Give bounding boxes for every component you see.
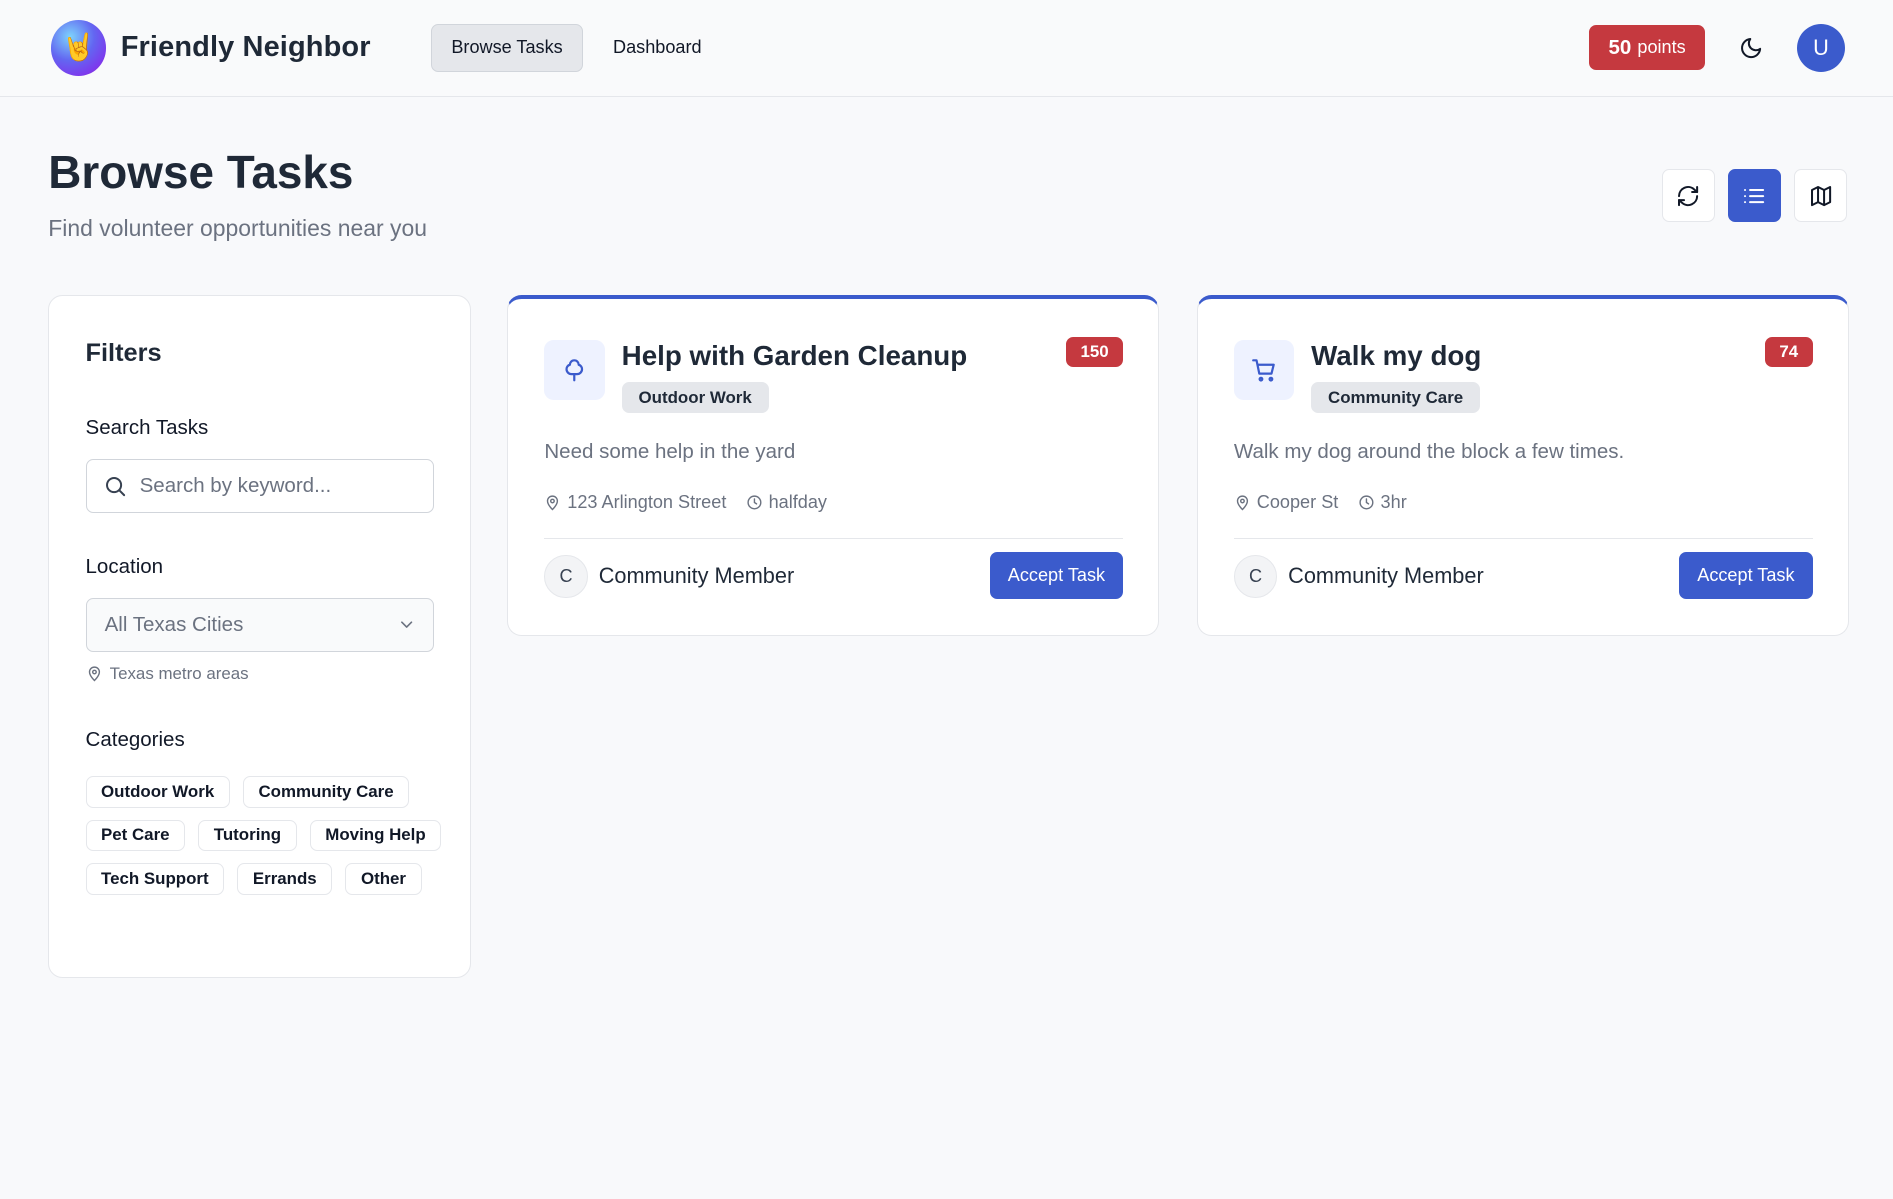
location-value: All Texas Cities [104, 612, 244, 636]
refresh-icon [1678, 185, 1699, 206]
category-chip-tutoring[interactable]: Tutoring [198, 819, 297, 852]
map-view-button[interactable] [1794, 169, 1848, 223]
task-category-badge: Outdoor Work [621, 381, 769, 414]
list-view-button[interactable] [1727, 169, 1782, 223]
task-poster: C Community Member [544, 554, 795, 599]
category-chip-other[interactable]: Other [345, 863, 422, 895]
page-subtitle: Find volunteer opportunities near you [48, 214, 428, 241]
task-duration-text: 3hr [1380, 491, 1407, 512]
task-meta: Cooper St 3hr [1234, 492, 1407, 513]
user-avatar[interactable]: U [1796, 23, 1846, 72]
points-suffix: points [1637, 37, 1686, 58]
refresh-button[interactable] [1661, 169, 1715, 223]
task-description: Need some help in the yard [544, 439, 796, 463]
category-chip-tech-support[interactable]: Tech Support [85, 863, 225, 895]
category-chip-moving-help[interactable]: Moving Help [309, 819, 442, 852]
map-pin-icon [88, 666, 100, 682]
category-chip-community-care[interactable]: Community Care [243, 776, 410, 808]
brand-name: Friendly Neighbor [120, 31, 371, 64]
task-duration: 3hr [1358, 492, 1407, 513]
task-points-badge: 74 [1764, 337, 1813, 368]
task-meta: 123 Arlington Street halfday [544, 492, 827, 513]
chevron-down-icon [397, 615, 416, 634]
card-divider [544, 537, 1124, 539]
poster-name: Community Member [1288, 563, 1484, 589]
category-chips: Outdoor Work Community Care Pet Care Tut… [85, 776, 448, 895]
main-nav: Browse Tasks Dashboard [431, 23, 722, 72]
task-card[interactable]: Walk my dog Community Care 74 Walk my do… [1196, 294, 1849, 637]
brand[interactable]: 🤘 Friendly Neighbor [50, 20, 371, 76]
task-location: Cooper St [1234, 492, 1338, 513]
poster-avatar: C [1233, 554, 1278, 599]
shopping-cart-icon [1233, 339, 1295, 401]
page-title: Browse Tasks [48, 145, 354, 198]
accept-task-button[interactable]: Accept Task [989, 552, 1124, 600]
location-label: Location [85, 555, 164, 579]
search-field[interactable] [85, 458, 435, 513]
points-badge[interactable]: 50 points [1589, 25, 1706, 71]
header-actions: 50 points U [1589, 23, 1846, 72]
card-divider [1233, 537, 1813, 539]
task-card[interactable]: Help with Garden Cleanup Outdoor Work 15… [507, 294, 1160, 637]
map-pin-icon [547, 495, 559, 511]
accept-task-button[interactable]: Accept Task [1679, 552, 1813, 600]
task-description: Walk my dog around the block a few times… [1233, 439, 1625, 463]
nav-dashboard[interactable]: Dashboard [593, 24, 722, 72]
task-poster: C Community Member [1233, 554, 1484, 599]
filters-panel: Filters Search Tasks Location All Texas … [48, 294, 471, 979]
view-toggle-group [1661, 169, 1848, 223]
search-label: Search Tasks [85, 416, 209, 440]
location-select[interactable]: All Texas Cities [85, 597, 435, 652]
page: 🤘 Friendly Neighbor Browse Tasks Dashboa… [0, 0, 1893, 993]
category-chip-outdoor-work[interactable]: Outdoor Work [85, 776, 230, 808]
moon-icon[interactable] [1736, 33, 1765, 62]
task-title[interactable]: Help with Garden Cleanup [622, 340, 968, 372]
clock-icon [1359, 495, 1374, 510]
task-category-badge: Community Care [1311, 381, 1481, 414]
rock-hand-icon: 🤘 [50, 20, 107, 76]
task-title[interactable]: Walk my dog [1311, 340, 1481, 372]
location-hint-text: Texas metro areas [109, 663, 249, 683]
search-input[interactable] [139, 473, 406, 498]
task-location-text: Cooper St [1256, 491, 1339, 512]
poster-name: Community Member [598, 563, 795, 589]
poster-avatar: C [544, 554, 588, 599]
task-location: 123 Arlington Street [544, 492, 726, 513]
category-chip-errands[interactable]: Errands [237, 863, 333, 895]
filters-title: Filters [85, 339, 162, 368]
task-duration-text: halfday [768, 491, 827, 512]
top-navbar: 🤘 Friendly Neighbor Browse Tasks Dashboa… [0, 0, 1893, 97]
task-location-text: 123 Arlington Street [567, 491, 727, 512]
task-duration: halfday [746, 492, 827, 513]
search-icon [106, 476, 126, 496]
list-icon [1744, 188, 1765, 203]
task-points-badge: 150 [1066, 337, 1124, 368]
clock-icon [747, 495, 762, 510]
nav-browse-tasks[interactable]: Browse Tasks [431, 23, 584, 72]
category-chip-pet-care[interactable]: Pet Care [85, 819, 186, 852]
points-value: 50 [1608, 35, 1632, 59]
tree-icon [544, 339, 605, 401]
categories-label: Categories [85, 727, 185, 751]
map-icon [1810, 185, 1831, 206]
location-hint: Texas metro areas [86, 664, 249, 684]
map-pin-icon [1236, 495, 1248, 511]
